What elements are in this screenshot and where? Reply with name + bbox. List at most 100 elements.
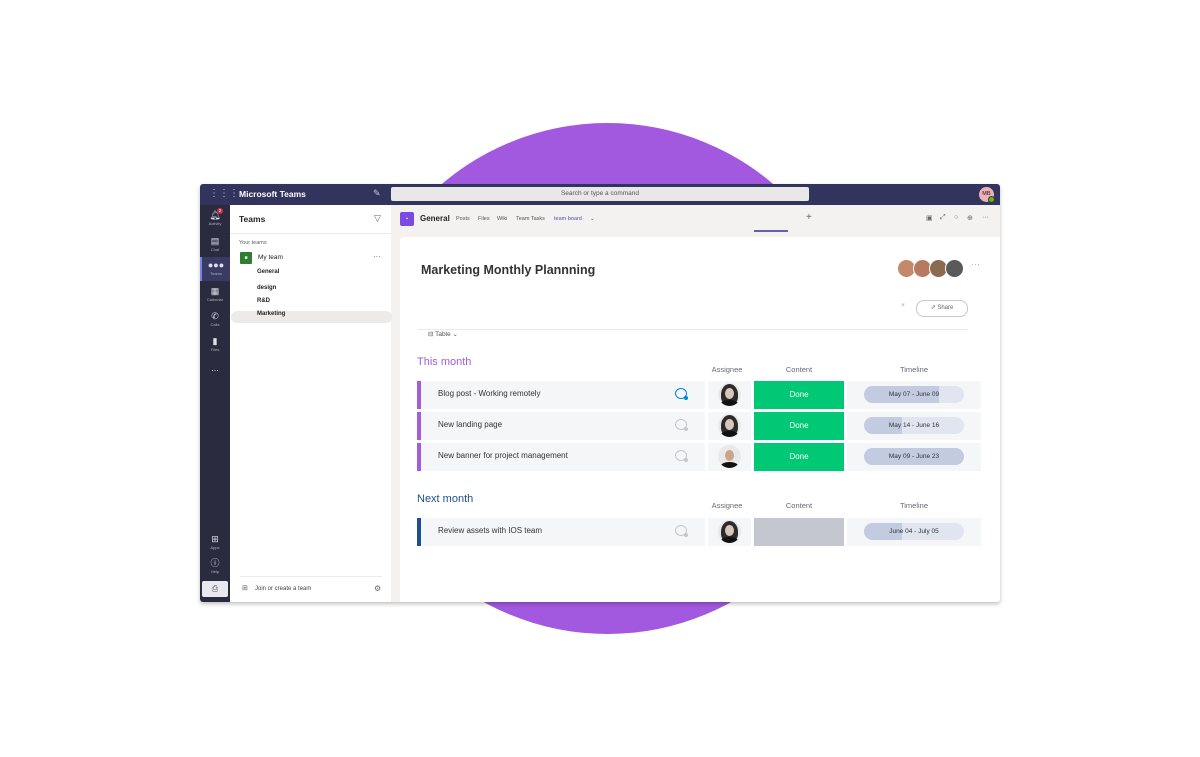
team-icon: ■ bbox=[240, 252, 252, 264]
rail-label: Apps bbox=[210, 545, 220, 550]
gear-icon[interactable]: ⚙ bbox=[374, 584, 381, 593]
tab-posts[interactable]: Posts bbox=[456, 216, 470, 222]
updates-icon[interactable] bbox=[675, 388, 688, 400]
group-title-this-month[interactable]: This month bbox=[417, 356, 471, 368]
rail-item-teams[interactable]: ●●● Teams bbox=[200, 257, 230, 281]
item-name: New banner for project management bbox=[438, 451, 568, 460]
search-input[interactable]: Search or type a command bbox=[391, 187, 809, 201]
globe-icon[interactable]: ⊕ bbox=[967, 214, 973, 222]
rail-item-calendar[interactable]: ▦ Calendar bbox=[200, 283, 230, 307]
user-avatar[interactable]: MB bbox=[979, 187, 995, 203]
timeline-bar: May 14 - June 16 bbox=[864, 417, 964, 434]
timeline-cell[interactable]: May 09 - June 23 bbox=[847, 443, 981, 471]
conversation-icon[interactable]: ▣ bbox=[926, 214, 933, 222]
status-cell[interactable]: Done bbox=[754, 412, 844, 440]
timeline-text: May 09 - June 23 bbox=[888, 453, 940, 460]
item-name-cell[interactable]: Review assets with IOS team bbox=[421, 518, 705, 546]
timeline-cell[interactable]: May 14 - June 16 bbox=[847, 412, 981, 440]
rail-item-apps[interactable]: ⊞ Apps bbox=[200, 531, 230, 555]
refresh-icon[interactable]: ○ bbox=[954, 214, 958, 221]
timeline-cell[interactable]: May 07 - June 09 bbox=[847, 381, 981, 409]
table-row[interactable]: New banner for project management Done M… bbox=[417, 443, 981, 471]
tab-team-board[interactable]: team board bbox=[554, 216, 582, 222]
timeline-bar: May 07 - June 09 bbox=[864, 386, 964, 403]
phone-icon: ✆ bbox=[211, 311, 219, 321]
view-selector-table[interactable]: ⊟ Table ⌄ bbox=[428, 330, 458, 338]
rail-item-help[interactable]: ⓘ Help bbox=[200, 555, 230, 579]
file-icon: ▮ bbox=[212, 336, 218, 346]
rail-item-activity[interactable]: 🔔︎ 2 Activity bbox=[200, 207, 230, 231]
assignee-cell[interactable] bbox=[708, 443, 751, 471]
rail-item-more[interactable]: ... bbox=[200, 360, 230, 384]
assignee-cell[interactable] bbox=[708, 412, 751, 440]
rail-label: Files bbox=[210, 347, 220, 352]
apps-icon: ⊞ bbox=[211, 534, 219, 544]
item-name-cell[interactable]: New landing page bbox=[421, 412, 705, 440]
group-title-next-month[interactable]: Next month bbox=[417, 493, 473, 505]
channel-rnd[interactable]: R&D bbox=[257, 298, 270, 304]
tab-files[interactable]: Files bbox=[478, 216, 490, 222]
channel-general[interactable]: General bbox=[257, 269, 279, 275]
assignee-cell[interactable] bbox=[708, 518, 751, 546]
rail-item-calls[interactable]: ✆ Calls bbox=[200, 308, 230, 332]
rail-label: Teams bbox=[210, 271, 222, 276]
filter-icon[interactable]: ▽ bbox=[374, 213, 381, 224]
app-rail: 🔔︎ 2 Activity ▤ Chat ●●● Teams ▦ Calenda… bbox=[200, 205, 230, 602]
table-row[interactable]: Review assets with IOS team June 04 - Ju… bbox=[417, 518, 981, 546]
share-button[interactable]: ⇗ Share bbox=[916, 300, 968, 317]
rail-item-files[interactable]: ▮ Files bbox=[200, 333, 230, 357]
your-teams-label: Your teams bbox=[239, 240, 267, 246]
status-cell[interactable]: Done bbox=[754, 443, 844, 471]
more-options-icon[interactable]: ··· bbox=[982, 214, 989, 221]
add-tab-icon[interactable]: + bbox=[806, 212, 812, 223]
channel-header: ▪ General Posts Files Wiki Team Tasks te… bbox=[391, 205, 1000, 236]
chat-icon: ▤ bbox=[210, 236, 220, 246]
title-bar: ⋮⋮⋮ Microsoft Teams ✎ Search or type a c… bbox=[200, 184, 1000, 205]
rail-label: Activity bbox=[208, 221, 222, 226]
rail-label: Chat bbox=[210, 247, 220, 252]
join-create-team-link[interactable]: Join or create a team bbox=[255, 586, 311, 592]
channel-design[interactable]: design bbox=[257, 285, 276, 291]
column-header-assignee: Assignee bbox=[711, 501, 743, 510]
updates-icon[interactable] bbox=[675, 525, 688, 537]
channel-icon: ▪ bbox=[400, 212, 414, 226]
teams-icon: ●●● bbox=[207, 260, 225, 270]
status-cell[interactable] bbox=[754, 518, 844, 546]
chevron-down-icon[interactable]: ⌄ bbox=[590, 216, 595, 222]
item-name-cell[interactable]: New banner for project management bbox=[421, 443, 705, 471]
join-team-icon: ⊞ bbox=[242, 585, 248, 592]
channel-marketing[interactable]: Marketing bbox=[257, 311, 285, 317]
table-row[interactable]: Blog post - Working remotely Done May 07… bbox=[417, 381, 981, 409]
rail-label: Calendar bbox=[206, 297, 224, 302]
board-more-icon[interactable]: ··· bbox=[971, 259, 980, 269]
item-name-cell[interactable]: Blog post - Working remotely bbox=[421, 381, 705, 409]
item-name: New landing page bbox=[438, 420, 503, 429]
timeline-cell[interactable]: June 04 - July 05 bbox=[847, 518, 981, 546]
rail-item-chat[interactable]: ▤ Chat bbox=[200, 233, 230, 257]
team-more-icon[interactable]: ··· bbox=[373, 252, 381, 261]
column-header-content: Content bbox=[785, 501, 813, 510]
status-cell[interactable]: Done bbox=[754, 381, 844, 409]
app-launcher-icon[interactable]: ⋮⋮⋮ bbox=[209, 188, 239, 200]
board-content: Marketing Monthly Plannning ··· ▼ ⇗ Shar… bbox=[400, 237, 1000, 602]
filter-icon[interactable]: ▼ bbox=[900, 303, 906, 309]
app-title: Microsoft Teams bbox=[239, 189, 306, 199]
assignee-cell[interactable] bbox=[708, 381, 751, 409]
divider bbox=[418, 329, 968, 330]
tab-wiki[interactable]: Wiki bbox=[497, 216, 507, 222]
updates-icon[interactable] bbox=[675, 419, 688, 431]
divider bbox=[230, 233, 391, 234]
chevron-down-icon: ⌄ bbox=[450, 331, 458, 338]
tab-team-tasks[interactable]: Team Tasks bbox=[516, 216, 545, 222]
download-app-button[interactable]: ⎙ bbox=[202, 581, 228, 597]
team-name[interactable]: My team bbox=[258, 254, 283, 261]
table-row[interactable]: New landing page Done May 14 - June 16 bbox=[417, 412, 981, 440]
channel-name: General bbox=[420, 214, 450, 223]
teams-window: ⋮⋮⋮ Microsoft Teams ✎ Search or type a c… bbox=[200, 184, 1000, 602]
compose-icon[interactable]: ✎ bbox=[373, 188, 381, 199]
expand-icon[interactable]: ⤢ bbox=[940, 214, 946, 222]
rail-label: Help bbox=[210, 569, 220, 574]
assignee-avatar bbox=[718, 414, 741, 437]
share-label: Share bbox=[937, 305, 954, 311]
updates-icon[interactable] bbox=[675, 450, 688, 462]
